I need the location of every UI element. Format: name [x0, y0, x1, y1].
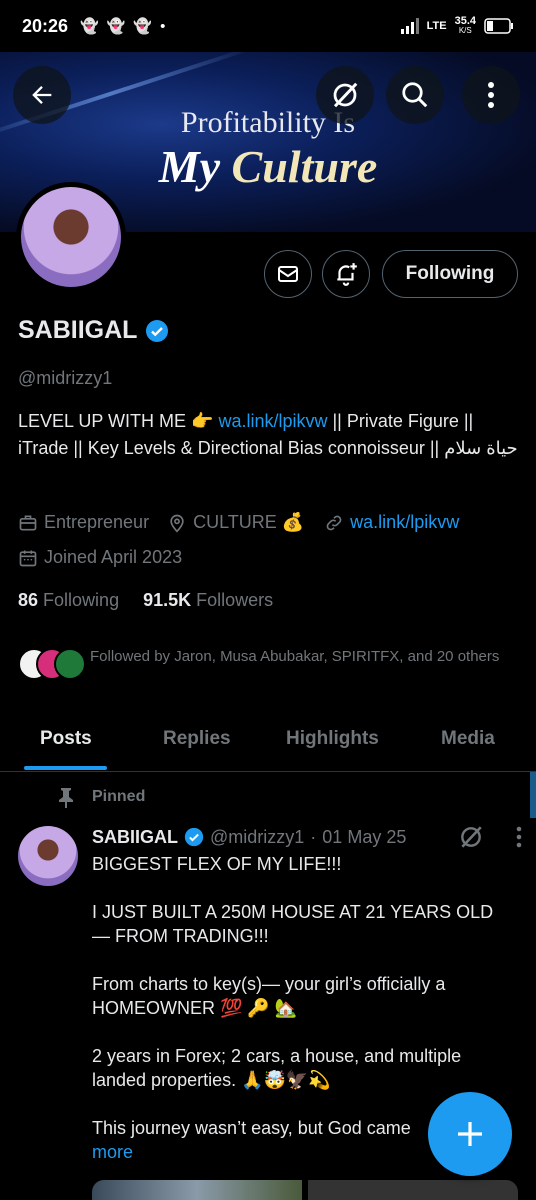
followers-label: Followers	[196, 590, 274, 610]
bio-link[interactable]: wa.link/lpikvw	[218, 411, 327, 431]
status-time: 20:26	[22, 15, 69, 36]
show-more-link[interactable]: more	[92, 1142, 133, 1162]
speed-readout: 35.4 K/S	[455, 16, 476, 36]
profile-joined-row: Joined April 2023	[18, 547, 182, 568]
profile-name: SABIIGAL	[18, 316, 138, 344]
battery-icon	[484, 18, 513, 34]
tab-replies[interactable]: Replies	[163, 728, 231, 750]
link-icon	[326, 515, 342, 530]
following-label: Following	[43, 590, 120, 610]
status-bar: 20:26 👻 👻 👻 • LTE 35.4 K/S	[0, 0, 536, 52]
ghost-icon: 👻	[133, 18, 153, 35]
profile-website[interactable]: wa.link/lpikvw	[350, 512, 459, 533]
post-author-name[interactable]: SABIIGAL	[92, 827, 178, 848]
scrollbar[interactable]	[530, 772, 536, 818]
network-type: LTE	[426, 20, 447, 32]
tab-media[interactable]: Media	[441, 728, 495, 750]
avatar-image	[21, 187, 121, 287]
message-button[interactable]	[264, 250, 312, 298]
pinned-label-row: Pinned	[56, 786, 145, 808]
briefcase-icon	[19, 515, 37, 530]
pin-icon	[59, 788, 73, 808]
more-options-button[interactable]	[462, 66, 520, 124]
signal-icon	[400, 18, 419, 34]
profile-location: CULTURE 💰	[193, 512, 305, 532]
profile-counts: 86 Following 91.5K Followers	[18, 590, 273, 611]
post-paragraph: 2 years in Forex; 2 cars, a house, and m…	[92, 1046, 462, 1090]
dot-icon: •	[160, 17, 166, 35]
post-header: SABIIGAL @midrizzy1 · 01 May 25	[92, 824, 522, 850]
post-media[interactable]	[92, 1180, 518, 1200]
banner-line2-part1: My	[158, 141, 232, 192]
followers-count-link[interactable]: 91.5K Followers	[143, 590, 273, 611]
ghost-icon: 👻	[80, 18, 99, 35]
grok-icon	[333, 82, 358, 108]
back-button[interactable]	[13, 66, 71, 124]
tab-highlights[interactable]: Highlights	[286, 728, 379, 750]
post-author-handle: @midrizzy1	[210, 826, 305, 847]
envelope-icon	[278, 266, 298, 282]
compose-button[interactable]	[428, 1092, 512, 1176]
profile-avatar[interactable]	[16, 182, 126, 292]
location-pin-icon	[170, 514, 184, 533]
tab-posts[interactable]: Posts	[40, 728, 92, 750]
vertical-dots-icon[interactable]	[516, 826, 522, 848]
speed-value: 35.4	[454, 15, 476, 27]
post-paragraph: I JUST BUILT A 250M HOUSE AT 21 YEARS OL…	[92, 902, 494, 946]
banner-line2-part2: Culture	[231, 141, 378, 192]
arrow-left-icon	[32, 86, 52, 104]
post-separator: ·	[310, 826, 317, 847]
status-right: LTE 35.4 K/S	[400, 16, 514, 36]
calendar-icon	[19, 550, 37, 566]
verified-badge-icon	[146, 319, 169, 342]
search-button[interactable]	[386, 66, 444, 124]
profile-bio: LEVEL UP WITH ME 👉 wa.link/lpikvw || Pri…	[18, 408, 518, 462]
profile-category: Entrepreneur	[44, 512, 150, 532]
post-media-image[interactable]	[308, 1180, 518, 1200]
profile-name-row: SABIIGAL	[18, 316, 169, 345]
follower-avatars	[18, 646, 86, 682]
post-paragraph: This journey wasn’t easy, but God came	[92, 1118, 411, 1138]
profile-meta-row: Entrepreneur CULTURE 💰 wa.link/lpikvw	[18, 512, 459, 533]
bell-plus-icon	[337, 263, 357, 286]
verified-badge-icon	[184, 827, 204, 847]
speed-unit: K/S	[458, 26, 472, 35]
followed-by-row[interactable]: Followed by Jaron, Musa Abubakar, SPIRIT…	[18, 646, 510, 682]
notification-icons: 👻 👻 👻 •	[80, 17, 166, 36]
grok-icon[interactable]	[458, 824, 484, 850]
ghost-icon: 👻	[106, 18, 126, 35]
search-icon	[402, 82, 428, 108]
profile-handle: @midrizzy1	[18, 368, 113, 388]
profile-joined: Joined April 2023	[44, 547, 183, 567]
bio-text: LEVEL UP WITH ME 👉	[18, 411, 219, 431]
following-button[interactable]: Following	[382, 250, 518, 298]
post-date: 01 May 25	[322, 826, 407, 847]
followers-count: 91.5K	[143, 590, 192, 610]
active-tab-indicator	[24, 766, 107, 770]
post-paragraph: BIGGEST FLEX OF MY LIFE!!!	[92, 854, 342, 874]
post-paragraph: From charts to key(s)— your girl’s offic…	[92, 974, 446, 1018]
post-author-avatar[interactable]	[18, 826, 78, 886]
pinned-label: Pinned	[92, 788, 146, 805]
notifications-button[interactable]	[322, 250, 370, 298]
following-count-link[interactable]: 86 Following	[18, 590, 119, 611]
banner-line1: Profitability Is	[180, 106, 356, 139]
profile-tabs: Posts Replies Highlights Media	[0, 714, 536, 772]
following-count: 86	[18, 590, 39, 610]
post-media-image[interactable]	[92, 1180, 302, 1200]
vertical-dots-icon	[488, 82, 494, 108]
grok-button[interactable]	[316, 66, 374, 124]
followed-by-text: Followed by Jaron, Musa Abubakar, SPIRIT…	[90, 648, 500, 665]
plus-icon	[458, 1122, 482, 1146]
follower-avatar	[54, 648, 86, 680]
